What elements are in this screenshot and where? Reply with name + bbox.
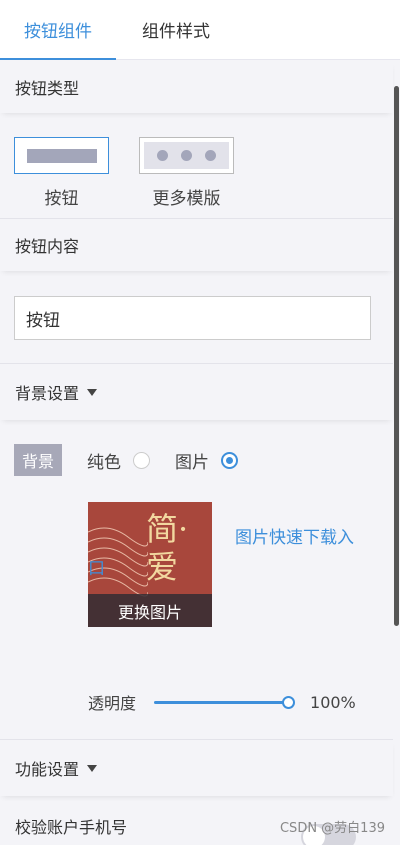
dot-icon — [205, 150, 216, 161]
caret-down-icon — [87, 764, 98, 772]
tab-button-component[interactable]: 按钮组件 — [0, 0, 116, 60]
dot-icon — [157, 150, 168, 161]
opacity-slider[interactable] — [154, 690, 296, 714]
vertical-scrollbar[interactable] — [394, 86, 399, 626]
change-image-button[interactable]: 更换图片 — [88, 594, 212, 627]
function-settings-toggle[interactable]: 功能设置 — [0, 740, 393, 796]
button-preview-bar — [26, 148, 97, 163]
button-preview — [14, 137, 109, 174]
dot-icon — [181, 150, 192, 161]
background-tag: 背景 — [14, 444, 62, 476]
tab-bar: 按钮组件 组件样式 — [0, 0, 400, 60]
radio-checked-icon — [221, 451, 238, 469]
background-settings-title: 背景设置 — [15, 384, 80, 403]
button-content-body — [0, 271, 393, 364]
button-type-heading: 按钮类型 — [0, 61, 393, 113]
opacity-slider-track — [154, 701, 290, 704]
radio-solid-color[interactable]: 纯色 — [87, 444, 150, 476]
settings-panel: 按钮类型 按钮 更多模版 按钮内容 背景设置 背景 — [0, 61, 393, 845]
button-type-option-button[interactable]: 按钮 — [14, 137, 109, 218]
button-content-heading: 按钮内容 — [0, 219, 393, 271]
button-type-option-more-templates[interactable]: 更多模版 — [139, 137, 234, 218]
radio-image-label: 图片 — [175, 452, 209, 473]
radio-image[interactable]: 图片 — [175, 444, 238, 476]
button-content-title: 按钮内容 — [15, 237, 80, 256]
radio-unchecked-icon — [133, 451, 150, 469]
button-type-title: 按钮类型 — [15, 79, 80, 98]
button-type-options: 按钮 更多模版 — [0, 113, 393, 219]
opacity-row: 透明度 100% — [88, 690, 356, 714]
background-settings-body: 背景 纯色 图片 简·爱 更换图片 图片快速下载入口 透明度 100% — [0, 420, 393, 740]
opacity-value: 100% — [310, 692, 356, 712]
button-type-label: 按钮 — [44, 189, 79, 209]
opacity-slider-handle[interactable] — [282, 696, 296, 709]
function-settings-title: 功能设置 — [15, 760, 80, 779]
more-dots-icon — [144, 142, 229, 169]
watermark: CSDN @劳白139 — [279, 821, 385, 836]
background-settings-toggle[interactable]: 背景设置 — [0, 364, 393, 420]
radio-solid-color-label: 纯色 — [87, 452, 121, 473]
more-templates-label: 更多模版 — [152, 189, 221, 209]
more-templates-preview — [139, 137, 234, 174]
caret-down-icon — [87, 388, 98, 396]
verify-phone-label: 校验账户手机号 — [15, 818, 128, 837]
opacity-label: 透明度 — [88, 694, 137, 713]
tab-component-style[interactable]: 组件样式 — [116, 0, 236, 59]
button-text-input[interactable] — [14, 296, 371, 340]
image-download-link[interactable]: 图片快速下载入口 — [88, 523, 368, 585]
